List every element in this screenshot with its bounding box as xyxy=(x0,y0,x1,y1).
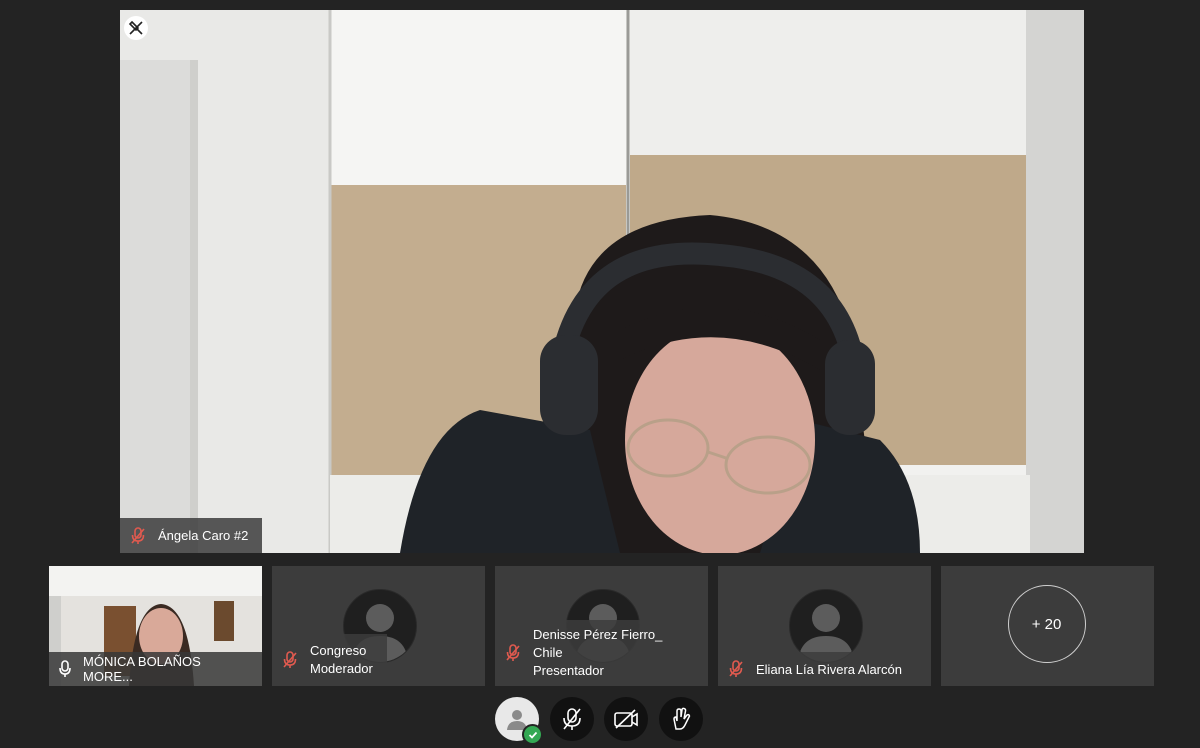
participant-tile-1[interactable]: MÓNICA BOLAÑOS MORE... xyxy=(49,566,262,686)
participant-tile-3[interactable]: Denisse Pérez Fierro_ Chile Presentador xyxy=(495,566,708,686)
participant-name: Congreso xyxy=(310,643,367,658)
participant-name: Denisse Pérez Fierro_ Chile xyxy=(533,627,663,660)
meeting-window: Ángela Caro #2 MÓNICA BOLAÑOS MORE... Co… xyxy=(0,0,1200,748)
participant-name-tag: Denisse Pérez Fierro_ Chile Presentador xyxy=(495,620,708,686)
unpin-button[interactable] xyxy=(124,16,148,40)
main-speaker-name-tag: Ángela Caro #2 xyxy=(120,518,263,553)
main-speaker-video[interactable]: Ángela Caro #2 xyxy=(120,10,1084,553)
mic-off-icon xyxy=(728,660,744,678)
participant-name-tag: MÓNICA BOLAÑOS MORE... xyxy=(49,652,262,686)
participant-name: MÓNICA BOLAÑOS MORE... xyxy=(83,654,201,684)
participant-name-tag: Eliana Lía Rivera Alarcón xyxy=(718,652,916,686)
connected-check-icon xyxy=(522,724,543,745)
mic-off-icon xyxy=(130,526,146,545)
mic-off-icon xyxy=(282,651,298,669)
mic-off-icon xyxy=(563,708,581,730)
mic-off-icon xyxy=(505,644,521,662)
participant-role: Moderador xyxy=(310,661,373,676)
mute-mic-button[interactable] xyxy=(550,697,594,741)
main-speaker-name: Ángela Caro #2 xyxy=(158,528,249,543)
participant-name: Eliana Lía Rivera Alarcón xyxy=(756,661,902,677)
raise-hand-button[interactable] xyxy=(659,697,703,741)
profile-button[interactable] xyxy=(495,697,543,745)
speaker-video-frame xyxy=(120,10,1084,553)
raise-hand-icon xyxy=(673,707,691,730)
pin-off-icon xyxy=(128,20,143,35)
participant-name-tag: Congreso Moderador xyxy=(272,634,387,686)
participant-role: Presentador xyxy=(533,663,604,678)
participant-tile-4[interactable]: Eliana Lía Rivera Alarcón xyxy=(718,566,931,686)
camera-off-icon xyxy=(614,709,638,729)
more-participants-tile[interactable]: + 20 xyxy=(941,566,1154,686)
more-participants-count[interactable]: + 20 xyxy=(1007,585,1086,663)
mic-on-icon xyxy=(59,660,71,678)
participant-tile-2[interactable]: Congreso Moderador xyxy=(272,566,485,686)
camera-toggle-button[interactable] xyxy=(604,697,648,741)
